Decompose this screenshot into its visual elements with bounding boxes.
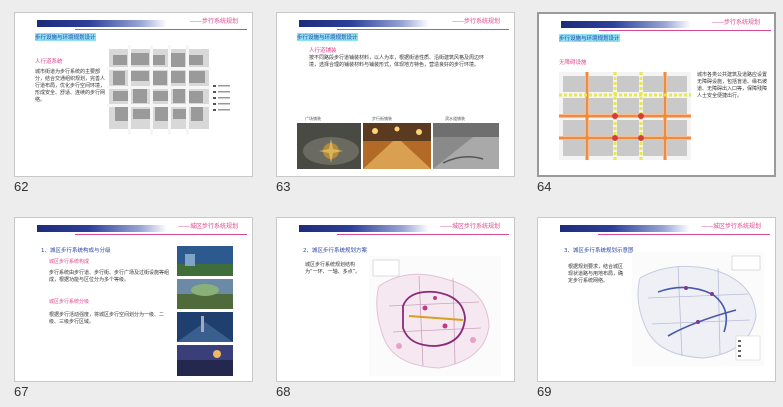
header-line <box>75 29 247 30</box>
slide-body: 城市街道为步行系统的主要部分，结合交通组织规划，完善人行道布局，优化步行空间环境… <box>35 69 106 103</box>
slide-number: 69 <box>537 384 552 399</box>
section-title: 步行设施与环境规划设计 <box>297 33 358 41</box>
header-bar <box>37 20 167 27</box>
slide-body: 按不同路段步行道铺装材料，以人为本，根据街道性质、沿街建筑风格及周边环境，选择合… <box>309 55 485 68</box>
photo-caption-3: 滨水道铺装 <box>445 116 465 121</box>
section-title: 步行设施与环境规划设计 <box>559 34 620 42</box>
slide-header: ——城区步行系统规划 <box>439 223 500 230</box>
slide-heading: 人行道系统 <box>35 59 63 65</box>
slide-number: 63 <box>276 179 291 194</box>
header-bar <box>561 21 691 28</box>
slide-body: 城区步行系统规划结构为“一环、一轴、多点”。 <box>305 262 361 275</box>
header-bar <box>299 225 429 232</box>
slide-header: ——步行系统规划 <box>189 18 238 25</box>
pedestrian-plan-map <box>369 256 501 376</box>
slide-69[interactable]: ——城区步行系统规划 3、城区步行系统规划示意图 根据规划要求，结合城区现状道路… <box>537 217 776 405</box>
slide-subheading-2: 城区步行系统分级 <box>49 299 90 305</box>
accessibility-map-image <box>559 72 691 160</box>
slide-62-thumbnail[interactable]: ——步行系统规划 步行设施与环境规划设计 人行道系统 城市街道为步行系统的主要部… <box>14 12 253 177</box>
waterfront-paving-photo <box>433 123 499 169</box>
slide-header: ——步行系统规划 <box>711 19 760 26</box>
slide-number: 68 <box>276 384 291 399</box>
header-line <box>337 29 509 30</box>
header-line <box>598 234 770 235</box>
slide-header: ——城区步行系统规划 <box>177 223 238 230</box>
slide-69-thumbnail[interactable]: ——城区步行系统规划 3、城区步行系统规划示意图 根据规划要求，结合城区现状道路… <box>537 217 776 382</box>
pedestrian-photos-column <box>177 246 233 376</box>
header-line <box>75 234 247 235</box>
header-bar <box>560 225 690 232</box>
slide-heading: 无障碍设施 <box>559 60 587 66</box>
slide-body: 根据规划要求，结合城区现状道路与用地布局，确定步行系统网络。 <box>568 264 624 284</box>
slide-body: 城市各类公共建筑及道路应设置无障碍设施，包括盲道、缘石坡道、无障碍出入口等，保障… <box>697 72 768 99</box>
header-line <box>337 234 509 235</box>
photo-caption-2: 步行街铺装 <box>372 116 392 121</box>
slide-sorter: ——步行系统规划 步行设施与环境规划设计 人行道系统 城市街道为步行系统的主要部… <box>0 0 783 407</box>
slide-body: 步行系统由步行道、步行街、步行广场及过街设施等组成，根据功能与区位分为多个等级。 <box>49 270 170 283</box>
slide-63[interactable]: ——步行系统规划 步行设施与环境规划设计 人行道铺装 按不同路段步行道铺装材料，… <box>276 12 515 200</box>
slide-number: 64 <box>537 179 552 194</box>
slide-subheading: 城区步行系统构成 <box>49 259 90 265</box>
header-bar <box>299 20 429 27</box>
slide-body-2: 根据步行活动强度，将城区步行空间划分为一级、二级、三级步行区域。 <box>49 312 165 325</box>
slide-62[interactable]: ——步行系统规划 步行设施与环境规划设计 人行道系统 城市街道为步行系统的主要部… <box>14 12 253 200</box>
slide-header: ——城区步行系统规划 <box>700 223 761 230</box>
slide-68-thumbnail[interactable]: ——城区步行系统规划 2、城区步行系统规划方案 城区步行系统规划结构为“一环、一… <box>276 217 515 382</box>
street-paving-photo <box>363 123 431 169</box>
section-title: 步行设施与环境规划设计 <box>35 33 96 41</box>
slide-number: 62 <box>14 179 29 194</box>
slide-63-thumbnail[interactable]: ——步行系统规划 步行设施与环境规划设计 人行道铺装 按不同路段步行道铺装材料，… <box>276 12 515 177</box>
photo-caption-1: 广场铺装 <box>305 116 321 121</box>
plaza-paving-photo <box>297 123 361 169</box>
slide-heading: 人行道铺装 <box>309 48 337 54</box>
slide-heading: 2、城区步行系统规划方案 <box>303 248 368 254</box>
pedestrian-network-map <box>632 252 764 366</box>
header-line <box>599 30 771 31</box>
slide-67[interactable]: ——城区步行系统规划 1、城区步行系统构成与分级 城区步行系统构成 步行系统由步… <box>14 217 253 405</box>
slide-67-thumbnail[interactable]: ——城区步行系统规划 1、城区步行系统构成与分级 城区步行系统构成 步行系统由步… <box>14 217 253 382</box>
slide-68[interactable]: ——城区步行系统规划 2、城区步行系统规划方案 城区步行系统规划结构为“一环、一… <box>276 217 515 405</box>
street-map-image <box>107 45 235 135</box>
header-bar <box>37 225 167 232</box>
slide-64-thumbnail-selected[interactable]: ——步行系统规划 步行设施与环境规划设计 无障碍设施 城市各类公共建筑及道路应设… <box>537 12 776 177</box>
slide-header: ——步行系统规划 <box>451 18 500 25</box>
slide-heading: 3、城区步行系统规划示意图 <box>564 248 634 254</box>
slide-heading: 1、城区步行系统构成与分级 <box>41 248 111 254</box>
slide-number: 67 <box>14 384 29 399</box>
slide-64[interactable]: ——步行系统规划 步行设施与环境规划设计 无障碍设施 城市各类公共建筑及道路应设… <box>537 12 776 200</box>
